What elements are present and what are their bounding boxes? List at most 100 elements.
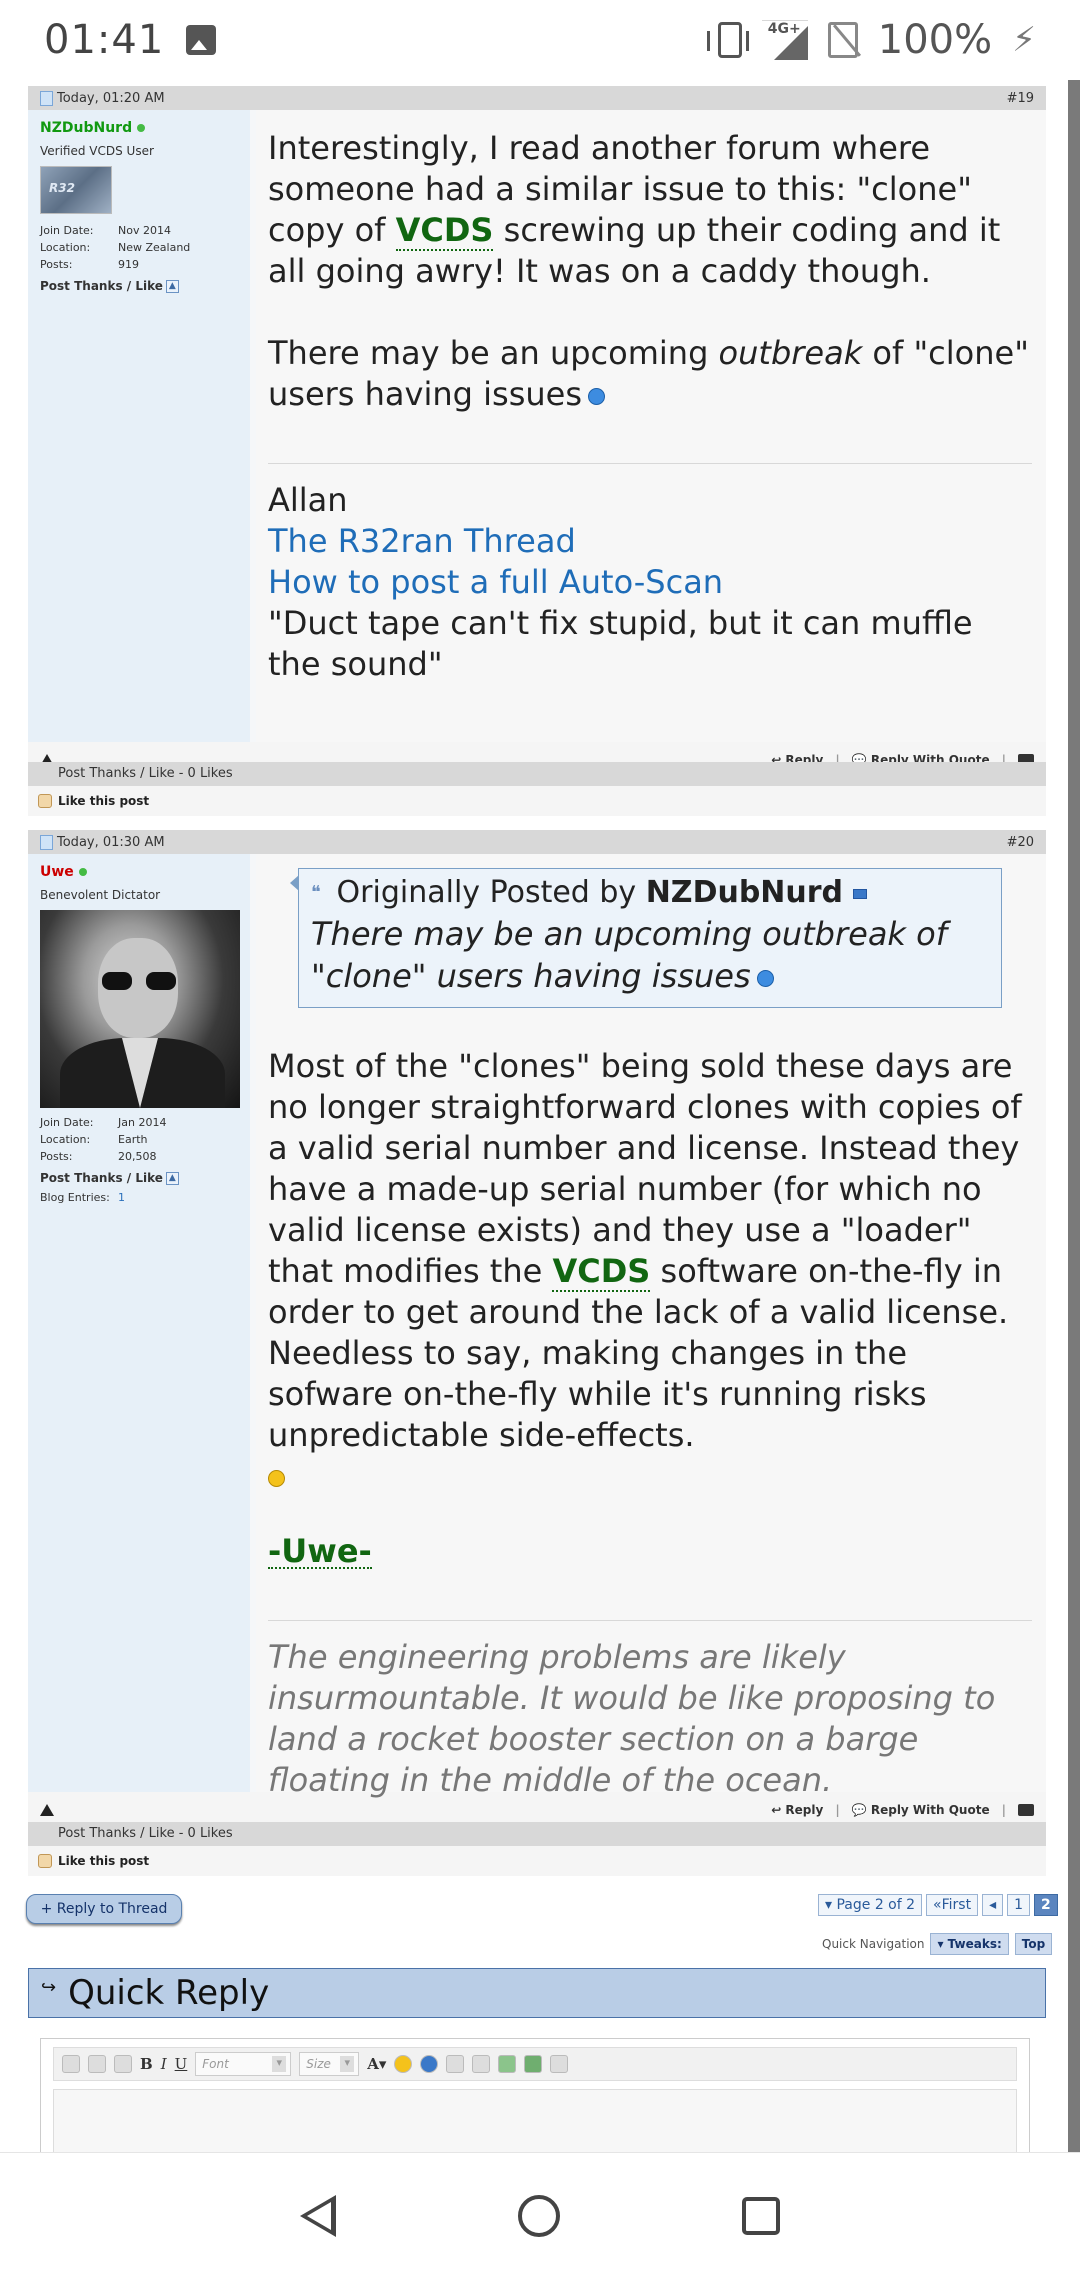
signoff: -Uwe-	[268, 1532, 372, 1570]
prev-page-button[interactable]: ◂	[982, 1894, 1004, 1916]
video-icon[interactable]	[524, 2055, 543, 2073]
quick-reply-editor: B I U Font Size A▾	[40, 2038, 1030, 2152]
sig-quote: "Duct tape can't fix stupid, but it can …	[268, 604, 973, 683]
multi-quote-icon[interactable]	[1018, 1804, 1034, 1816]
vibrate-icon	[706, 22, 749, 58]
charging-icon: ⚡	[1012, 20, 1036, 60]
remove-format-icon[interactable]	[62, 2055, 80, 2073]
blog-count-link[interactable]: 1	[118, 1191, 125, 1204]
post-doc-icon	[40, 90, 53, 106]
no-sim-icon	[827, 22, 858, 58]
editor-toolbar: B I U Font Size A▾	[53, 2047, 1017, 2081]
recent-apps-icon[interactable]	[742, 2197, 780, 2235]
post-doc-icon	[40, 834, 53, 850]
user-info: NZDubNurd Verified VCDS User R32 Join Da…	[28, 110, 250, 742]
sig-name: Allan	[268, 481, 348, 519]
status-bar: 01:41 4G+ 100% ⚡	[0, 0, 1080, 80]
paste-icon[interactable]	[114, 2055, 132, 2073]
post-paragraph: Most of the "clones" being sold these da…	[268, 1046, 1032, 1497]
link-icon[interactable]	[420, 2055, 439, 2073]
post-content: ❝ Originally Posted by NZDubNurd There m…	[256, 854, 1046, 1799]
status-time: 01:41	[44, 17, 165, 63]
page-1-link[interactable]: 1	[1007, 1894, 1031, 1916]
post-thanks-toggle[interactable]: Post Thanks / Like ▲	[40, 279, 238, 293]
text-color-button[interactable]: A▾	[367, 2055, 386, 2073]
image-icon[interactable]	[498, 2055, 517, 2073]
user-info: Uwe Benevolent Dictator Join Date: Jan 20…	[28, 854, 250, 1792]
user-title: Benevolent Dictator	[40, 888, 161, 902]
quote-block: ❝ Originally Posted by NZDubNurd There m…	[290, 868, 1002, 1008]
quote-attribution: ❝ Originally Posted by NZDubNurd	[311, 873, 989, 913]
quote-icon: ❝	[311, 881, 321, 903]
page-menu[interactable]: ▾ Page 2 of 2	[818, 1894, 923, 1916]
username[interactable]: Uwe	[40, 864, 238, 880]
post-thanks-bar: Post Thanks / Like - 0 Likes Like this p…	[28, 1822, 1046, 1876]
avatar[interactable]: R32	[40, 166, 112, 214]
post-19: Today, 01:20 AM #19 NZDubNurd Verified V…	[28, 86, 1046, 778]
thanks-header: Post Thanks / Like - 0 Likes	[28, 762, 1046, 786]
signature: The engineering problems are likely insu…	[268, 1620, 1032, 1801]
username[interactable]: NZDubNurd	[40, 120, 238, 136]
post-date: Today, 01:30 AM	[57, 834, 165, 850]
email-icon[interactable]	[446, 2055, 465, 2073]
post-20: Today, 01:30 AM #20 Uwe Benevolent Dicta…	[28, 830, 1046, 1828]
page-2-current: 2	[1034, 1894, 1058, 1916]
post-number[interactable]: #20	[1007, 835, 1034, 850]
post-count: Posts: 919	[40, 258, 139, 271]
like-post-button[interactable]: Like this post	[28, 786, 1046, 816]
quick-reply-header[interactable]: ↪ Quick Reply	[28, 1968, 1046, 2018]
avatar[interactable]	[40, 910, 240, 1108]
expand-icon[interactable]: ▲	[165, 279, 179, 293]
expand-icon[interactable]: ▲	[165, 1171, 179, 1185]
image-notification-icon	[186, 25, 217, 55]
wink-smiley-icon	[588, 387, 605, 405]
quick-navigation: Quick Navigation ▾ Tweaks: Top	[822, 1933, 1053, 1955]
italic-button[interactable]: I	[161, 2055, 167, 2073]
unlink-icon[interactable]	[472, 2055, 491, 2073]
reply-button[interactable]: ↩ Reply	[771, 1803, 823, 1817]
first-page-button[interactable]: «First	[926, 1894, 979, 1916]
post-paragraph: There may be an upcoming outbreak of "cl…	[268, 334, 1029, 413]
size-select[interactable]: Size	[299, 2052, 360, 2076]
smiley-picker-icon[interactable]	[394, 2055, 413, 2073]
thanks-header: Post Thanks / Like - 0 Likes	[28, 1822, 1046, 1846]
quote-text: There may be an upcoming outbreak of "cl…	[311, 915, 947, 995]
vcds-link[interactable]: VCDS	[395, 211, 494, 251]
font-select[interactable]: Font	[195, 2052, 292, 2076]
sig-link-r32ran[interactable]: The R32ran Thread	[268, 521, 1032, 562]
blog-entries: Blog Entries: 1	[40, 1191, 125, 1204]
battery-level: 100%	[877, 17, 993, 63]
sig-link-autoscan[interactable]: How to post a full Auto-Scan	[268, 562, 1032, 603]
quick-nav-label: Quick Navigation	[822, 1937, 925, 1951]
tweaks-button[interactable]: ▾ Tweaks:	[930, 1933, 1009, 1955]
post-content: Interestingly, I read another forum wher…	[256, 110, 1046, 742]
post-number[interactable]: #19	[1007, 91, 1034, 106]
quote-insert-icon[interactable]	[550, 2055, 569, 2073]
font-style-icon[interactable]	[88, 2055, 106, 2073]
user-title: Verified VCDS User	[40, 144, 154, 158]
like-post-button[interactable]: Like this post	[28, 1846, 1046, 1876]
message-textarea[interactable]	[53, 2089, 1017, 2152]
location: Location: New Zealand	[40, 241, 191, 254]
thumbs-up-icon	[38, 794, 52, 808]
collapse-icon[interactable]: ↪	[41, 1977, 56, 1998]
join-date: Join Date: Nov 2014	[40, 224, 171, 237]
reply-to-thread-button[interactable]: + Reply to Thread	[26, 1894, 182, 1924]
location: Location: Earth	[40, 1133, 148, 1146]
top-button[interactable]: Top	[1014, 1933, 1053, 1955]
forum-page[interactable]: Today, 01:20 AM #19 NZDubNurd Verified V…	[0, 80, 1080, 2152]
view-post-icon[interactable]	[853, 888, 868, 899]
vcds-link[interactable]: VCDS	[552, 1252, 651, 1292]
post-count: Posts: 20,508	[40, 1150, 157, 1163]
post-paragraph: Interestingly, I read another forum wher…	[268, 129, 1001, 290]
home-icon[interactable]	[518, 2195, 560, 2237]
join-date: Join Date: Jan 2014	[40, 1116, 167, 1129]
underline-button[interactable]: U	[175, 2055, 188, 2073]
back-icon[interactable]	[300, 2195, 336, 2237]
post-thanks-toggle[interactable]: Post Thanks / Like ▲	[40, 1171, 238, 1185]
reply-with-quote-button[interactable]: 💬 Reply With Quote	[852, 1803, 990, 1817]
report-icon[interactable]	[40, 1804, 54, 1816]
bold-button[interactable]: B	[140, 2055, 153, 2073]
signature: Allan The R32ran Thread How to post a fu…	[268, 463, 1032, 685]
scrollbar[interactable]	[1068, 80, 1080, 2152]
